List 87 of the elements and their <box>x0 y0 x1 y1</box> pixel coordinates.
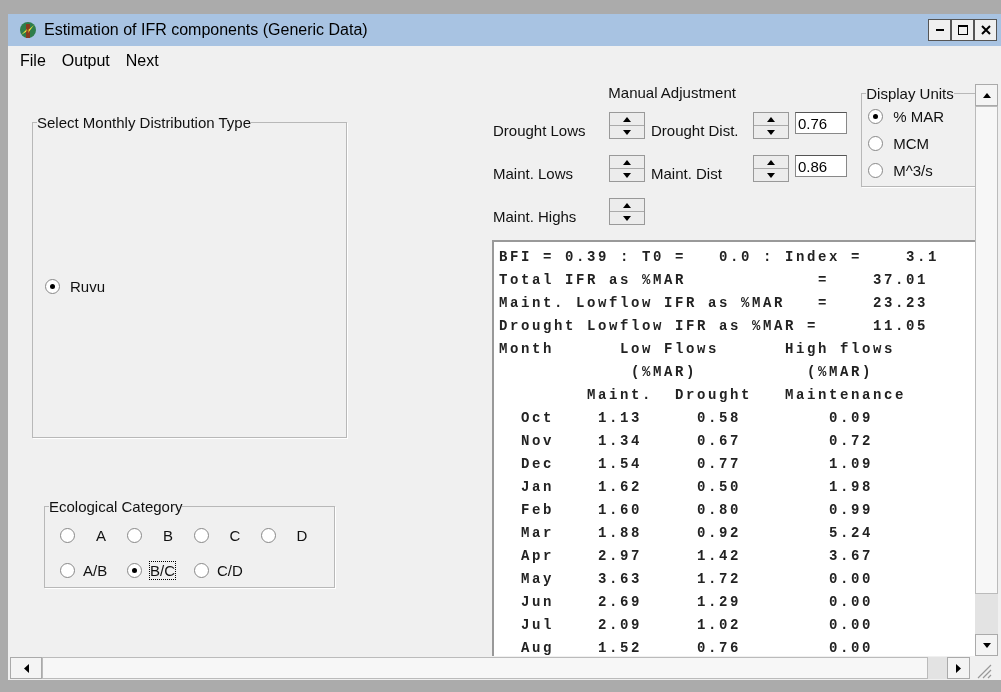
output-line: Jul 2.09 1.02 0.00 <box>520 616 875 635</box>
up-arrow-icon <box>623 158 631 166</box>
output-line: Total IFR as %MAR = 37.01 <box>499 271 930 290</box>
output-line: Drought Lowflow IFR as %MAR = 11.05 <box>499 317 930 336</box>
close-icon <box>980 25 991 35</box>
output-line: Mar 1.88 0.92 5.24 <box>520 524 875 543</box>
right-arrow-icon <box>955 663 962 673</box>
scroll-up-button[interactable] <box>975 84 998 106</box>
up-arrow-icon <box>767 158 775 166</box>
spin-control[interactable] <box>609 155 645 182</box>
group-title: Display Units <box>866 85 954 102</box>
up-arrow-icon <box>982 91 991 99</box>
radio-button[interactable]: Ruvu <box>45 277 106 295</box>
output-line: Maint. Lowflow IFR as %MAR = 23.23 <box>499 294 930 313</box>
spin-down-button[interactable] <box>754 169 788 181</box>
down-arrow-icon <box>767 171 775 179</box>
value-field[interactable]: 0.76 <box>795 112 847 134</box>
radio-button[interactable]: M^3/s <box>868 162 975 179</box>
output-line: Apr 2.97 1.42 3.67 <box>520 547 875 566</box>
output-line: Nov 1.34 0.67 0.72 <box>520 432 875 451</box>
field-label: Drought Dist. <box>651 122 740 139</box>
spin-up-button[interactable] <box>610 156 644 169</box>
down-arrow-icon <box>623 128 631 136</box>
radio-button[interactable]: A <box>60 527 127 544</box>
spin-down-button[interactable] <box>610 212 644 224</box>
spin-up-button[interactable] <box>610 113 644 126</box>
value-field[interactable]: 0.86 <box>795 155 847 177</box>
group-title: Ecological Category <box>49 498 183 515</box>
field-label: Maint. Lows <box>493 165 575 182</box>
radio-button[interactable]: C/D <box>194 562 261 579</box>
spin-up-button[interactable] <box>610 199 644 212</box>
field-label: Maint. Highs <box>493 208 578 225</box>
down-arrow-icon <box>767 128 775 136</box>
menu-item[interactable]: Next <box>117 52 167 70</box>
spin-control[interactable] <box>609 112 645 139</box>
section-title: Manual Adjustment <box>607 83 737 103</box>
radio-button[interactable]: B/C <box>127 562 194 579</box>
spin-control[interactable] <box>609 198 645 225</box>
spin-down-button[interactable] <box>610 126 644 138</box>
scroll-down-button[interactable] <box>975 634 998 656</box>
spin-up-button[interactable] <box>754 113 788 126</box>
scroll-right-button[interactable] <box>947 657 970 679</box>
radio-button[interactable]: D <box>261 527 328 544</box>
down-arrow-icon <box>623 214 631 222</box>
radio-button[interactable]: % MAR <box>868 108 975 125</box>
field-label: Maint. Dist <box>651 165 723 182</box>
spin-control[interactable] <box>753 112 789 139</box>
radio-button[interactable]: C <box>194 527 261 544</box>
radio-button[interactable]: MCM <box>868 135 975 152</box>
scroll-track[interactable] <box>928 657 947 679</box>
menu-item[interactable]: Output <box>53 52 118 70</box>
minimize-button[interactable] <box>928 19 951 41</box>
up-arrow-icon <box>623 115 631 123</box>
maximize-button[interactable] <box>951 19 974 41</box>
menu-item[interactable]: File <box>12 52 54 70</box>
window-title: Estimation of IFR components (Generic Data) <box>44 21 369 39</box>
output-line: Jan 1.62 0.50 1.98 <box>520 478 875 497</box>
output-line: Dec 1.54 0.77 1.09 <box>520 455 875 474</box>
spin-up-button[interactable] <box>754 156 788 169</box>
up-arrow-icon <box>623 201 631 209</box>
radio-button[interactable]: B <box>127 527 194 544</box>
scroll-left-button[interactable] <box>10 657 42 679</box>
scroll-thumb[interactable] <box>975 106 998 594</box>
output-line: Aug 1.52 0.76 0.00 <box>520 639 875 656</box>
output-line: Month Low Flows High flows <box>499 340 897 359</box>
spin-down-button[interactable] <box>754 126 788 138</box>
down-arrow-icon <box>623 171 631 179</box>
output-line: Maint. Drought Maintenance <box>586 386 908 405</box>
spin-down-button[interactable] <box>610 169 644 181</box>
close-button[interactable] <box>974 19 997 41</box>
radio-button[interactable]: A/B <box>60 562 127 579</box>
app-icon <box>18 20 38 40</box>
down-arrow-icon <box>982 641 991 649</box>
output-line: Oct 1.13 0.58 0.09 <box>520 409 875 428</box>
field-label: Drought Lows <box>493 122 587 139</box>
spin-control[interactable] <box>753 155 789 182</box>
output-line: Jun 2.69 1.29 0.00 <box>520 593 875 612</box>
scroll-thumb[interactable] <box>42 657 928 679</box>
up-arrow-icon <box>767 115 775 123</box>
output-line: BFI = 0.39 : T0 = 0.0 : Index = 3.1 <box>499 248 941 267</box>
output-line: (%MAR) (%MAR) <box>630 363 875 382</box>
output-line: May 3.63 1.72 0.00 <box>520 570 875 589</box>
group-title: Select Monthly Distribution Type <box>37 114 251 131</box>
maximize-icon <box>957 25 968 35</box>
left-arrow-icon <box>22 663 30 673</box>
output-line: Feb 1.60 0.80 0.99 <box>520 501 875 520</box>
minimize-icon <box>935 29 944 31</box>
